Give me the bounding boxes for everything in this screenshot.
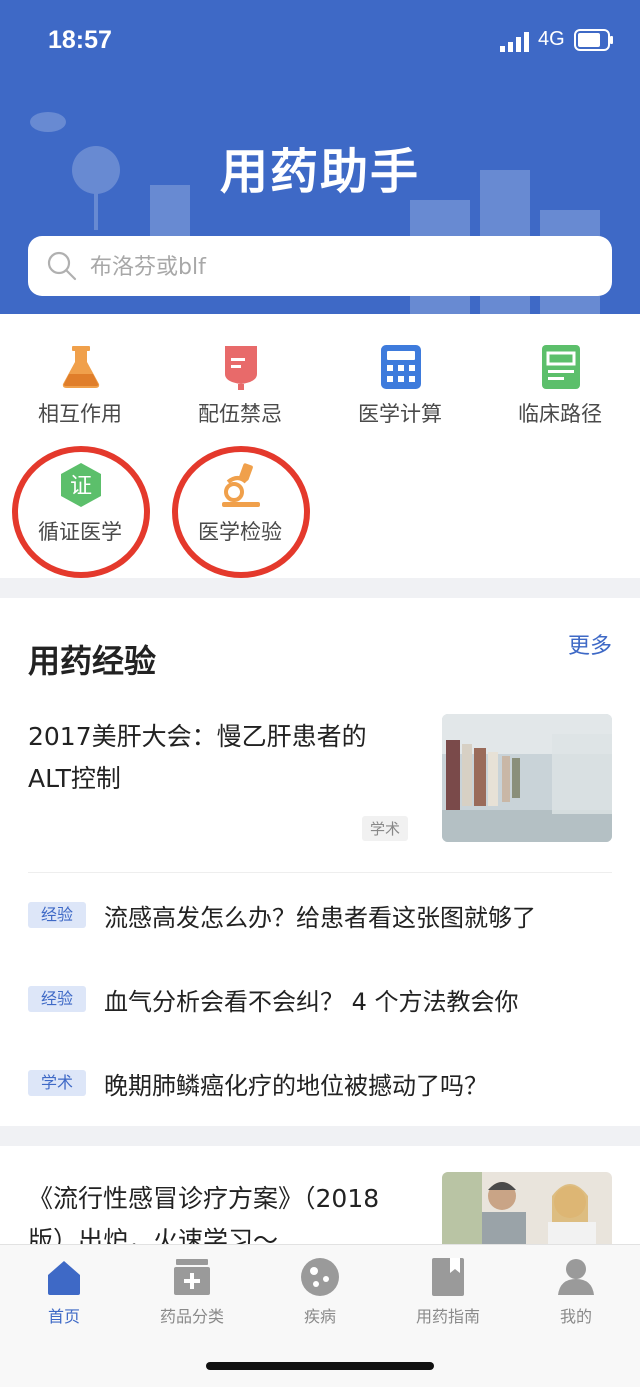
featured-article-title[interactable]: 2017美肝大会：慢乙肝患者的ALT控制 xyxy=(28,716,408,800)
tab-disease[interactable]: 疾病 xyxy=(256,1257,384,1327)
flask-icon xyxy=(62,346,100,388)
highlight-circle xyxy=(172,446,310,578)
experience-section: 用药经验 更多 2017美肝大会：慢乙肝患者的ALT控制 学术 经验 流感高发怎… xyxy=(0,598,640,1126)
network-label: 4G xyxy=(538,28,565,50)
tab-label: 我的 xyxy=(559,1307,592,1326)
virus-icon xyxy=(301,1258,339,1296)
quick-item-label: 配伍禁忌 xyxy=(198,402,282,426)
status-time: 18:57 xyxy=(48,26,112,54)
highlight-circle xyxy=(12,446,150,578)
signal-icon xyxy=(500,32,529,52)
tab-label: 疾病 xyxy=(303,1307,336,1326)
tab-drug-category[interactable]: 药品分类 xyxy=(128,1257,256,1327)
more-link[interactable]: 更多 xyxy=(568,628,612,660)
quick-item-clinical-path[interactable]: 临床路径 xyxy=(480,344,640,454)
header: 18:57 4G 用药助手 xyxy=(0,0,640,314)
quick-item-incompatibility[interactable]: 配伍禁忌 xyxy=(160,344,320,454)
section-title: 用药经验 xyxy=(28,642,157,680)
divider xyxy=(28,872,612,873)
quick-item-calculation[interactable]: 医学计算 xyxy=(320,344,480,454)
flu-patients-image[interactable] xyxy=(442,1172,612,1246)
quick-item-label: 医学计算 xyxy=(358,402,442,426)
article-title[interactable]: 《流行性感冒诊疗方案》（2018 版）出炉，火速学习～ xyxy=(28,1178,418,1246)
home-indicator xyxy=(206,1362,434,1370)
quick-item-interaction[interactable]: 相互作用 xyxy=(0,344,160,454)
home-icon xyxy=(48,1261,80,1295)
article-title[interactable]: 血气分析会看不会纠？ 4 个方法教会你 xyxy=(104,982,519,1017)
clipboard-icon xyxy=(542,345,580,389)
quick-item-label: 临床路径 xyxy=(518,402,602,426)
guide-book-icon xyxy=(432,1258,464,1296)
article-tag: 学术 xyxy=(28,1070,86,1096)
medicine-box-icon xyxy=(174,1259,210,1295)
tab-label: 首页 xyxy=(47,1307,80,1326)
tab-label: 药品分类 xyxy=(159,1307,224,1326)
tab-label: 用药指南 xyxy=(415,1307,480,1326)
tab-medication-guide[interactable]: 用药指南 xyxy=(384,1257,512,1327)
search-icon xyxy=(47,251,77,281)
user-icon xyxy=(558,1259,594,1295)
app-title: 用药助手 xyxy=(219,144,420,200)
quick-functions: 相互作用 配伍禁忌 医学计算 临床路径 证 循证医学 医学检验 xyxy=(0,314,640,578)
list-item[interactable]: 经验 血气分析会看不会纠？ 4 个方法教会你 xyxy=(28,982,612,1018)
battery-icon xyxy=(574,29,613,51)
bookshelf-image[interactable] xyxy=(442,714,612,842)
list-item[interactable]: 学术 晚期肺鳞癌化疗的地位被撼动了吗？ xyxy=(28,1066,612,1102)
quick-item-label: 相互作用 xyxy=(38,402,122,426)
featured-article-tag: 学术 xyxy=(362,816,409,841)
tab-mine[interactable]: 我的 xyxy=(512,1257,640,1327)
search-bar[interactable] xyxy=(28,236,612,296)
search-input[interactable] xyxy=(88,246,592,288)
article-card[interactable]: 《流行性感冒诊疗方案》（2018 版）出炉，火速学习～ xyxy=(0,1146,640,1246)
list-item[interactable]: 经验 流感高发怎么办？给患者看这张图就够了 xyxy=(28,898,612,934)
status-bar: 18:57 4G xyxy=(0,24,640,60)
article-title[interactable]: 流感高发怎么办？给患者看这张图就够了 xyxy=(104,898,536,933)
article-title[interactable]: 晚期肺鳞癌化疗的地位被撼动了吗？ xyxy=(104,1066,488,1101)
article-tag: 经验 xyxy=(28,902,86,928)
tab-home[interactable]: 首页 xyxy=(0,1257,128,1327)
calculator-icon xyxy=(381,345,421,389)
article-tag: 经验 xyxy=(28,986,86,1012)
iv-bag-icon xyxy=(225,346,257,390)
